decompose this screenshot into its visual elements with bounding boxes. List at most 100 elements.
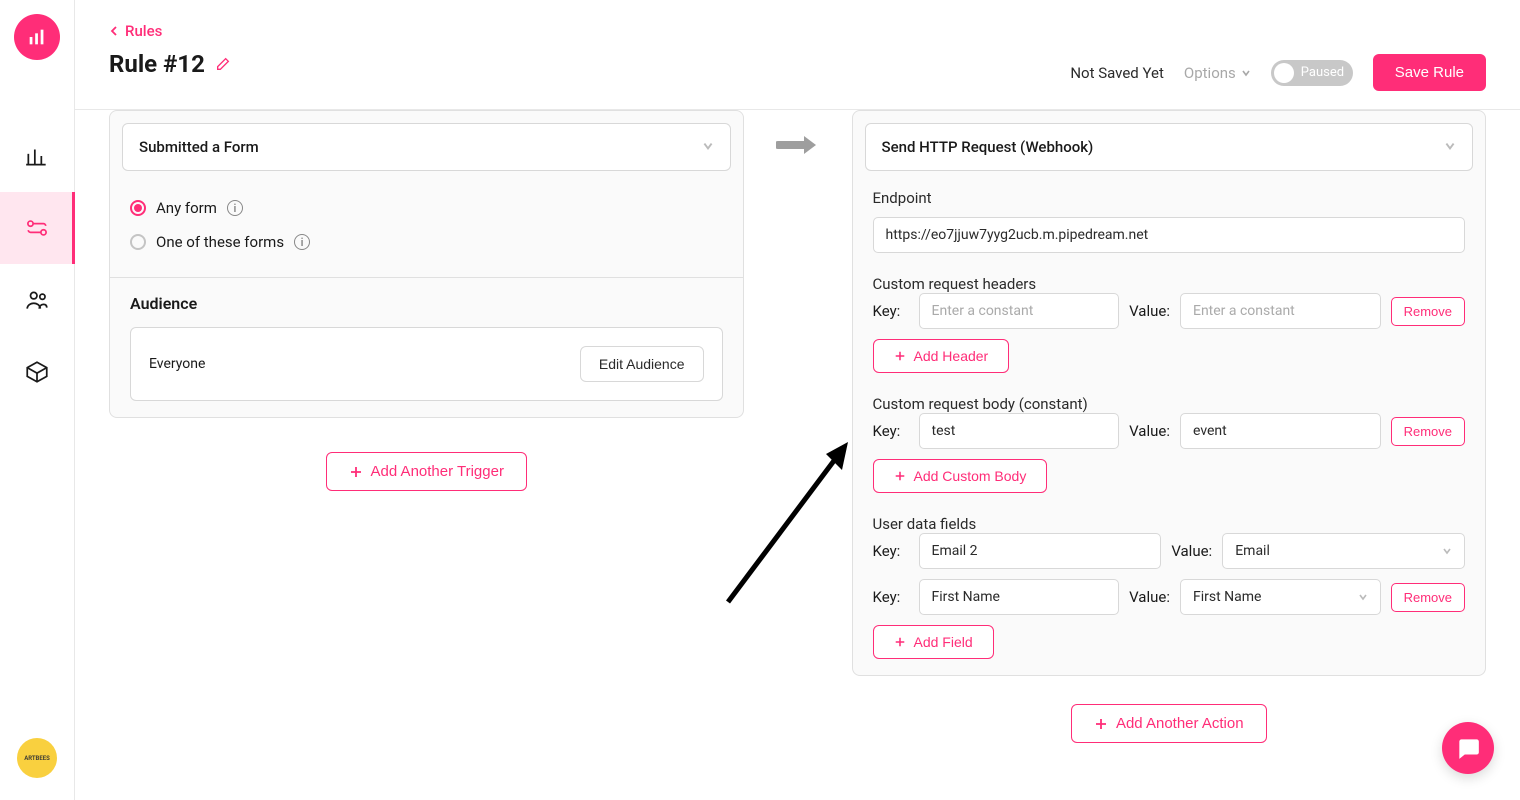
plus-icon <box>894 350 906 362</box>
remove-body-button[interactable]: Remove <box>1391 417 1465 446</box>
save-button[interactable]: Save Rule <box>1373 54 1486 91</box>
edit-title-button[interactable] <box>215 50 231 78</box>
add-header-button[interactable]: Add Header <box>873 339 1010 373</box>
nav-people[interactable] <box>0 264 75 336</box>
action-select-label: Send HTTP Request (Webhook) <box>882 138 1094 156</box>
header: Rules Rule #12 Not Saved Yet Options Pau… <box>75 0 1520 110</box>
radio-off-icon <box>130 234 146 250</box>
chevron-down-icon <box>702 138 714 156</box>
plus-icon <box>1094 717 1108 731</box>
page-title-text: Rule #12 <box>109 50 205 78</box>
action-type-select[interactable]: Send HTTP Request (Webhook) <box>865 123 1474 171</box>
key-label: Key: <box>873 302 909 320</box>
chevron-down-icon <box>1358 592 1368 602</box>
add-trigger-button[interactable]: Add Another Trigger <box>326 452 527 491</box>
trigger-type-select[interactable]: Submitted a Form <box>122 123 731 171</box>
header-value-input[interactable] <box>1180 293 1381 329</box>
action-card: Send HTTP Request (Webhook) Endpoint Cus… <box>852 110 1487 676</box>
nav-products[interactable] <box>0 336 75 408</box>
user-key-input[interactable] <box>919 533 1162 569</box>
headers-title: Custom request headers <box>873 275 1037 293</box>
header-key-input[interactable] <box>919 293 1120 329</box>
nav-analytics[interactable] <box>0 120 75 192</box>
key-label: Key: <box>873 542 909 560</box>
body-row: Key: Value: Remove <box>873 413 1466 449</box>
info-icon[interactable]: i <box>227 200 243 216</box>
options-label: Options <box>1184 64 1236 82</box>
avatar[interactable]: ARTBEES <box>17 738 57 778</box>
analytics-icon <box>24 143 50 169</box>
trigger-select-label: Submitted a Form <box>139 138 259 156</box>
user-value-select[interactable]: First Name <box>1180 579 1381 615</box>
bar-chart-icon <box>26 26 48 48</box>
value-label: Value: <box>1129 588 1170 606</box>
radio-label: Any form <box>156 199 217 217</box>
remove-header-button[interactable]: Remove <box>1391 297 1465 326</box>
value-label: Value: <box>1129 302 1170 320</box>
trigger-column: Submitted a Form Any form i <box>109 110 744 491</box>
user-fields-title: User data fields <box>873 515 977 533</box>
radio-label: One of these forms <box>156 233 284 251</box>
body-key-input[interactable] <box>919 413 1120 449</box>
add-field-label: Add Field <box>914 634 973 650</box>
user-key-input[interactable] <box>919 579 1120 615</box>
add-body-button[interactable]: Add Custom Body <box>873 459 1048 493</box>
app-logo[interactable] <box>14 14 60 60</box>
options-dropdown[interactable]: Options <box>1184 64 1251 82</box>
add-header-label: Add Header <box>914 348 989 364</box>
value-label: Value: <box>1171 542 1212 560</box>
chat-icon <box>1455 735 1481 761</box>
trigger-card: Submitted a Form Any form i <box>109 110 744 418</box>
page-title: Rule #12 <box>109 50 231 78</box>
status-toggle[interactable]: Paused <box>1271 60 1353 86</box>
sidebar: ARTBEES <box>0 0 75 800</box>
audience-box: Everyone Edit Audience <box>130 327 723 401</box>
help-chat-button[interactable] <box>1442 722 1494 774</box>
flow-icon <box>24 215 50 241</box>
chevron-left-icon <box>109 26 119 36</box>
value-label: Value: <box>1129 422 1170 440</box>
add-field-button[interactable]: Add Field <box>873 625 994 659</box>
key-label: Key: <box>873 588 909 606</box>
add-body-label: Add Custom Body <box>914 468 1027 484</box>
body-title: Custom request body (constant) <box>873 395 1088 413</box>
add-action-button[interactable]: Add Another Action <box>1071 704 1267 743</box>
plus-icon <box>894 470 906 482</box>
info-icon[interactable]: i <box>294 234 310 250</box>
save-status: Not Saved Yet <box>1070 64 1164 82</box>
chevron-down-icon <box>1442 546 1452 556</box>
flow-arrow-icon <box>776 132 820 162</box>
select-value: First Name <box>1193 589 1261 605</box>
edit-audience-button[interactable]: Edit Audience <box>580 346 704 382</box>
user-value-select[interactable]: Email <box>1222 533 1465 569</box>
add-action-label: Add Another Action <box>1116 715 1244 732</box>
action-column: Send HTTP Request (Webhook) Endpoint Cus… <box>852 110 1487 743</box>
endpoint-input[interactable] <box>873 217 1466 253</box>
breadcrumb[interactable]: Rules <box>109 22 231 40</box>
toggle-label: Paused <box>1301 65 1344 80</box>
key-label: Key: <box>873 422 909 440</box>
endpoint-label: Endpoint <box>873 189 1466 207</box>
chevron-down-icon <box>1444 138 1456 156</box>
audience-value: Everyone <box>149 356 205 372</box>
radio-one-of-forms[interactable]: One of these forms i <box>130 225 723 259</box>
user-field-row: Key: Value: Email <box>873 533 1466 569</box>
chevron-down-icon <box>1241 68 1251 78</box>
user-field-row: Key: Value: First Name Remove <box>873 579 1466 615</box>
package-icon <box>24 359 50 385</box>
add-trigger-label: Add Another Trigger <box>371 463 504 480</box>
radio-any-form[interactable]: Any form i <box>130 191 723 225</box>
plus-icon <box>894 636 906 648</box>
pencil-icon <box>215 56 231 72</box>
select-value: Email <box>1235 543 1270 559</box>
remove-user-field-button[interactable]: Remove <box>1391 583 1465 612</box>
people-icon <box>24 287 50 313</box>
breadcrumb-label: Rules <box>125 22 162 40</box>
header-row: Key: Value: Remove <box>873 293 1466 329</box>
radio-on-icon <box>130 200 146 216</box>
plus-icon <box>349 465 363 479</box>
nav-automation[interactable] <box>0 192 75 264</box>
body-value-input[interactable] <box>1180 413 1381 449</box>
avatar-label: ARTBEES <box>24 755 50 762</box>
audience-title: Audience <box>130 294 723 313</box>
